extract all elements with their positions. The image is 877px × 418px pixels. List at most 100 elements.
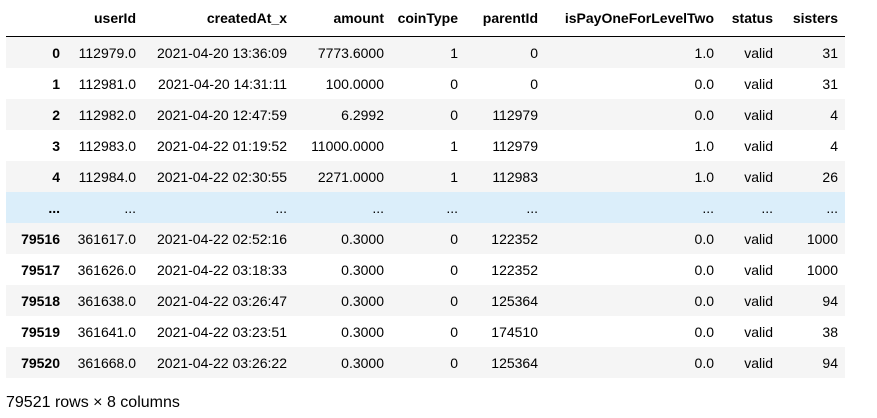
dataframe-table: userId createdAt_x amount coinType parentId i…	[6, 0, 845, 378]
column-header: sisters	[780, 0, 845, 37]
table-cell: 2021-04-22 02:52:16	[157, 230, 287, 247]
table-cell: 1	[450, 168, 458, 185]
table-cell: 6.2992	[341, 106, 384, 123]
column-header: createdAt_x	[143, 0, 294, 37]
table-cell: 0	[450, 354, 458, 371]
table-cell: 122352	[491, 230, 538, 247]
table-cell: 11000.0000	[311, 137, 384, 154]
column-header: userId	[67, 0, 143, 37]
table-cell: 0.0	[694, 106, 714, 123]
table-cell: 0	[450, 106, 458, 123]
table-cell: 38	[822, 323, 838, 340]
table-cell: 122352	[491, 261, 538, 278]
table-cell: 1.0	[694, 168, 714, 185]
table-cell: 112983	[492, 168, 538, 185]
table-row: 1 112981.0 2021-04-20 14:31:11 100.0000 0 0 0.…	[6, 68, 845, 99]
table-cell: valid	[744, 44, 773, 61]
table-cell: 0.0	[694, 323, 714, 340]
table-cell: 0.3000	[341, 230, 384, 247]
table-cell: valid	[744, 168, 773, 185]
row-index: 79519	[21, 323, 60, 340]
table-cell: 112979.0	[78, 44, 136, 61]
table-row: ...........................	[6, 192, 845, 223]
table-row: 79520 361668.0 2021-04-22 03:26:22 0.3000 0 1…	[6, 347, 845, 378]
table-cell: 2021-04-22 03:26:22	[157, 354, 287, 371]
row-index: 0	[52, 44, 60, 61]
table-cell: valid	[744, 261, 773, 278]
dataframe-shape-summary: 79521 rows × 8 columns	[6, 394, 180, 411]
column-header: isPayOneForLevelTwo	[545, 0, 721, 37]
table-cell: 112981.0	[78, 75, 136, 92]
row-index: ...	[48, 199, 60, 216]
table-cell: 0	[450, 323, 458, 340]
table-cell: 112984.0	[78, 168, 136, 185]
table-cell: 361641.0	[77, 323, 136, 340]
table-cell: 4	[830, 137, 838, 154]
table-cell: 361638.0	[77, 292, 136, 309]
table-cell: 0.0	[694, 292, 714, 309]
table-row: 0 112979.0 2021-04-20 13:36:09 7773.6000 1 0 1…	[6, 36, 845, 68]
table-cell: 2021-04-22 03:23:51	[157, 323, 287, 340]
table-cell: 174510	[491, 323, 538, 340]
table-row: 79516 361617.0 2021-04-22 02:52:16 0.3000 0 1…	[6, 223, 845, 254]
table-cell: 4	[830, 106, 838, 123]
table-cell: 0.3000	[341, 354, 384, 371]
table-cell: 31	[822, 44, 838, 61]
table-cell: 2271.0000	[317, 168, 384, 185]
table-row: 3 112983.0 2021-04-22 01:19:52 11000.0000 1 1…	[6, 130, 845, 161]
row-index: 79516	[21, 230, 60, 247]
dataframe-output: userId createdAt_x amount coinType parentId i…	[6, 0, 845, 378]
table-row: 79517 361626.0 2021-04-22 03:18:33 0.3000 0 1…	[6, 254, 845, 285]
table-cell: valid	[744, 230, 773, 247]
table-cell: 0	[450, 261, 458, 278]
table-cell: 2021-04-22 02:30:55	[157, 168, 287, 185]
column-header: status	[721, 0, 780, 37]
table-cell: ...	[761, 199, 773, 216]
table-cell: ...	[275, 199, 287, 216]
row-index: 4	[52, 168, 60, 185]
table-cell: 1	[450, 44, 458, 61]
table-cell: ...	[372, 199, 384, 216]
table-body: 0 112979.0 2021-04-20 13:36:09 7773.6000 1 0 1…	[6, 36, 845, 378]
table-cell: 0	[450, 292, 458, 309]
table-row: 79519 361641.0 2021-04-22 03:23:51 0.3000 0 1…	[6, 316, 845, 347]
table-cell: valid	[744, 323, 773, 340]
row-index: 1	[52, 75, 60, 92]
column-header: amount	[294, 0, 391, 37]
table-row: 4 112984.0 2021-04-22 02:30:55 2271.0000 1 11…	[6, 161, 845, 192]
row-index: 79518	[21, 292, 60, 309]
table-cell: 0.3000	[341, 323, 384, 340]
table-cell: 2021-04-22 03:26:47	[157, 292, 287, 309]
table-cell: 0.3000	[341, 292, 384, 309]
table-cell: 26	[822, 168, 838, 185]
table-cell: 1.0	[694, 44, 714, 61]
column-header: parentId	[465, 0, 545, 37]
row-index: 79520	[21, 354, 60, 371]
table-cell: valid	[744, 354, 773, 371]
table-cell: ...	[526, 199, 538, 216]
table-cell: 1000	[806, 230, 838, 247]
table-cell: 361668.0	[77, 354, 136, 371]
table-cell: 1.0	[694, 137, 714, 154]
table-cell: 0	[530, 44, 538, 61]
table-cell: 1	[450, 137, 458, 154]
table-cell: 125364	[491, 292, 538, 309]
table-row: 79518 361638.0 2021-04-22 03:26:47 0.3000 0 1…	[6, 285, 845, 316]
row-index: 2	[52, 106, 60, 123]
table-cell: valid	[744, 75, 773, 92]
table-cell: 94	[822, 292, 838, 309]
table-cell: 1000	[806, 261, 838, 278]
table-cell: valid	[744, 106, 773, 123]
index-header	[6, 0, 67, 37]
table-cell: 112983.0	[78, 137, 136, 154]
table-cell: 0.0	[694, 261, 714, 278]
header-row: userId createdAt_x amount coinType parentId i…	[6, 0, 845, 37]
table-cell: 0.0	[694, 230, 714, 247]
table-cell: 31	[822, 75, 838, 92]
table-cell: 0.3000	[341, 261, 384, 278]
table-cell: 112979	[492, 137, 538, 154]
table-cell: 112982.0	[78, 106, 136, 123]
table-cell: 0	[530, 75, 538, 92]
table-cell: valid	[744, 292, 773, 309]
table-cell: 0	[450, 75, 458, 92]
